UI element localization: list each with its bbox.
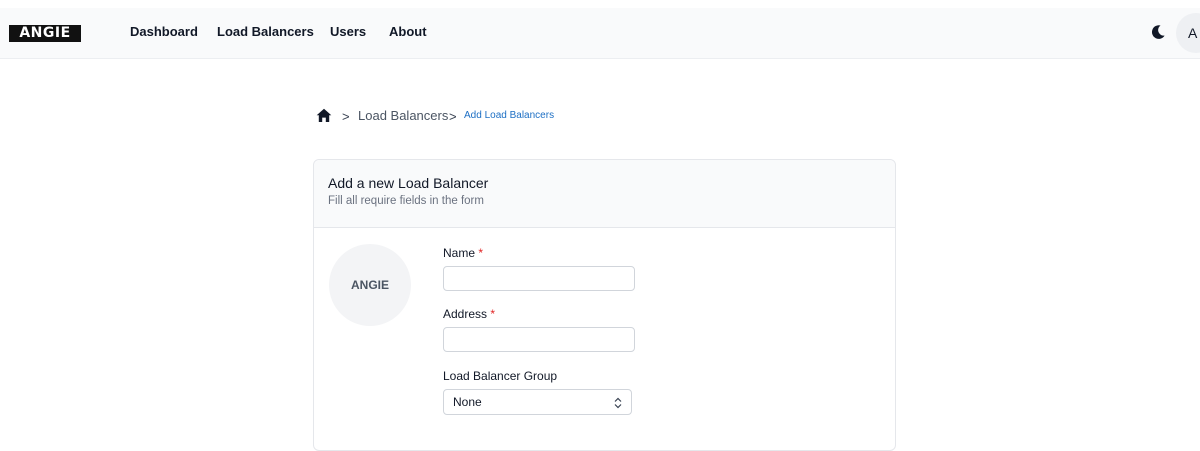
group-label: Load Balancer Group <box>443 369 558 383</box>
user-avatar[interactable]: A <box>1176 13 1200 53</box>
add-load-balancer-card: Add a new Load Balancer Fill all require… <box>313 159 896 451</box>
card-header: Add a new Load Balancer Fill all require… <box>314 160 895 228</box>
address-input[interactable] <box>443 327 635 352</box>
chevron-updown-icon <box>614 396 622 409</box>
breadcrumb-separator: > <box>342 109 350 124</box>
nav-dashboard[interactable]: Dashboard <box>130 24 198 39</box>
home-icon[interactable] <box>316 108 332 123</box>
nav-users[interactable]: Users <box>330 24 366 39</box>
address-label-text: Address <box>443 307 488 321</box>
name-label-text: Name <box>443 246 476 260</box>
address-label: Address * <box>443 307 495 321</box>
moon-icon[interactable] <box>1150 24 1166 40</box>
name-label: Name * <box>443 246 483 260</box>
required-mark: * <box>490 307 496 321</box>
breadcrumb-load-balancers[interactable]: Load Balancers <box>358 108 448 123</box>
name-input[interactable] <box>443 266 635 291</box>
required-mark: * <box>478 246 484 260</box>
nav-about[interactable]: About <box>389 24 427 39</box>
card-title: Add a new Load Balancer <box>328 175 489 191</box>
nav-load-balancers[interactable]: Load Balancers <box>217 24 314 39</box>
top-navbar: ANGIE Dashboard Load Balancers Users Abo… <box>0 8 1200 59</box>
group-select-value: None <box>453 395 482 409</box>
breadcrumb-current: Add Load Balancers <box>464 110 555 121</box>
group-select[interactable]: None <box>443 389 632 415</box>
breadcrumb-separator: > <box>449 109 457 124</box>
brand-logo[interactable]: ANGIE <box>9 25 81 42</box>
logo-placeholder: ANGIE <box>329 244 411 326</box>
card-subtitle: Fill all require fields in the form <box>328 195 484 207</box>
